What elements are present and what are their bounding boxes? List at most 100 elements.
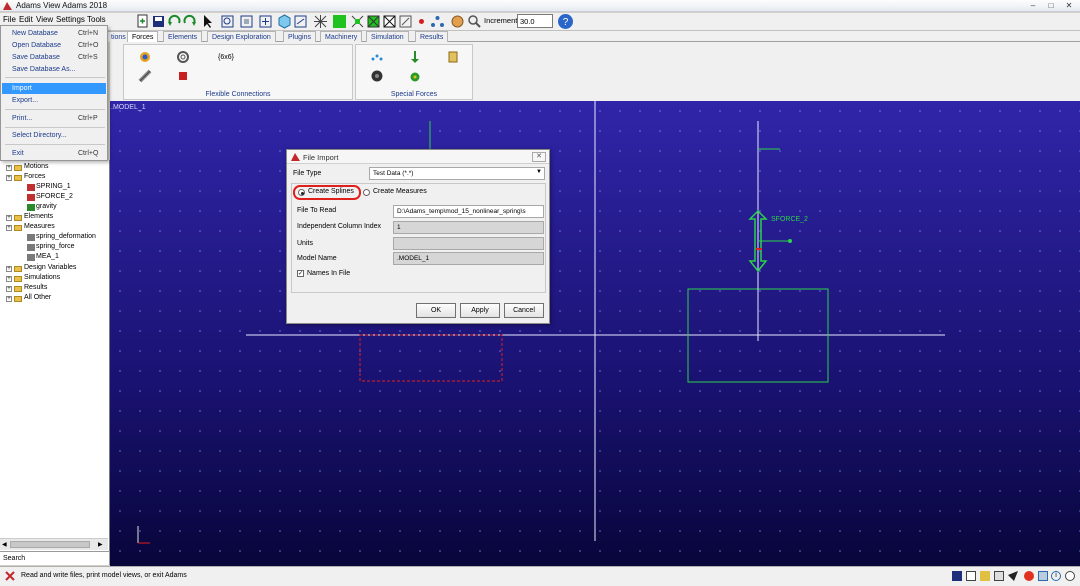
radio-create-splines[interactable] [298,189,305,196]
menu-item-open-database[interactable]: Open Database Ctrl+O [2,40,106,51]
model-name-input[interactable]: .MODEL_1 [393,252,544,265]
tree-item-sforce-2[interactable]: SFORCE_2 [36,193,73,200]
tab-simulation[interactable]: Simulation [366,31,409,42]
cube-view-icon[interactable] [277,14,292,29]
tree-item-simulations[interactable]: Simulations [24,274,60,281]
network-icon[interactable] [430,14,445,29]
file-type-select[interactable]: Test Data (*.*) ▼ [369,167,545,180]
tab-forces[interactable]: Forces [127,31,159,42]
tree-item-elements[interactable]: Elements [24,213,53,220]
tree-item-measures[interactable]: Measures [24,223,55,230]
expand-icon[interactable]: + [6,165,12,171]
record-icon[interactable] [414,14,429,29]
help-icon[interactable]: ? [557,13,574,30]
tree-item-forces[interactable]: Forces [24,173,45,180]
friction-icon[interactable] [408,69,422,83]
beam-icon[interactable] [138,69,152,83]
field-icon[interactable]: {6x6} [217,50,235,64]
expand-icon[interactable]: + [6,296,12,302]
tree-item-gravity[interactable]: gravity [36,203,57,210]
zoom-box-icon[interactable] [239,14,254,29]
menu-item-exit[interactable]: Exit Ctrl+Q [2,148,106,159]
render-mode-icon[interactable] [332,14,347,29]
menu-item-save-database[interactable]: Save Database Ctrl+S [2,52,106,63]
expand-icon[interactable]: + [6,215,12,221]
perspective-icon[interactable] [350,14,365,29]
dialog-close-icon[interactable]: ✕ [532,152,546,162]
contact-icon[interactable] [370,50,384,64]
tree-item-spring-force[interactable]: spring_force [36,243,75,250]
scroll-right-icon[interactable]: ▶ [98,541,103,548]
monitor-icon[interactable] [1038,571,1048,581]
translate-view-icon[interactable] [258,14,273,29]
expand-icon[interactable]: + [6,266,12,272]
independent-column-index-input[interactable]: 1 [393,221,544,234]
menu-edit[interactable]: Edit [19,15,33,24]
menu-file[interactable]: File [3,15,16,24]
database-navigator-icon[interactable] [952,571,962,581]
clock-icon[interactable] [1065,571,1075,581]
expand-icon[interactable]: + [6,276,12,282]
maximize-icon[interactable]: □ [1044,1,1058,11]
tree-item-all-other[interactable]: All Other [24,294,51,301]
info-window-icon[interactable] [980,571,990,581]
close-icon[interactable]: ✕ [1062,1,1076,11]
menu-item-export[interactable]: Export... [2,95,106,106]
ok-button[interactable]: OK [416,303,456,318]
menu-settings[interactable]: Settings [56,15,85,24]
grid-icon[interactable] [313,14,328,29]
tree-horizontal-scrollbar[interactable]: ◀ ▶ [0,538,108,550]
rotate-view-icon[interactable] [293,14,308,29]
new-file-icon[interactable] [135,14,150,29]
modal-force-icon[interactable] [446,50,460,64]
menu-view[interactable]: View [36,15,53,24]
expand-icon[interactable]: + [6,175,12,181]
bushing-icon[interactable] [138,50,152,64]
icons-toggle-icon[interactable] [382,14,397,29]
minimize-icon[interactable]: – [1026,1,1040,11]
undo-icon[interactable] [167,14,182,29]
zoom-fit-icon[interactable] [220,14,235,29]
warning-icon[interactable] [1024,571,1034,581]
menu-item-print[interactable]: Print... Ctrl+P [2,113,106,124]
coordinate-window-icon[interactable] [398,14,413,29]
info-icon[interactable]: i [1051,571,1061,581]
units-input[interactable] [393,237,544,250]
select-arrow-icon[interactable] [200,14,215,29]
tree-item-spring-deformation[interactable]: spring_deformation [36,233,96,240]
spring-icon[interactable] [176,50,190,64]
apply-button[interactable]: Apply [460,303,500,318]
tire-icon[interactable] [370,69,384,83]
expand-icon[interactable]: + [6,225,12,231]
menu-item-new-database[interactable]: New Database Ctrl+N [2,28,106,39]
radio-create-measures[interactable] [363,189,370,196]
menu-item-import[interactable]: Import [2,83,106,94]
tab-results[interactable]: Results [415,31,449,42]
tree-item-mea-1[interactable]: MEA_1 [36,253,59,260]
tab-elements[interactable]: Elements [163,31,203,42]
tab-design-exploration[interactable]: Design Exploration [207,31,276,42]
palette-icon[interactable] [450,14,465,29]
menu-item-save-database-as[interactable]: Save Database As... [2,64,106,75]
scroll-left-icon[interactable]: ◀ [2,541,7,548]
expand-icon[interactable]: + [6,286,12,292]
script-icon[interactable] [1008,571,1018,581]
tab-plugins[interactable]: Plugins [283,31,316,42]
massless-beam-icon[interactable] [176,69,190,83]
menu-tools[interactable]: Tools [87,15,106,24]
tree-item-spring-1[interactable]: SPRING_1 [36,183,71,190]
menu-item-select-directory[interactable]: Select Directory... [2,130,106,141]
tree-item-results[interactable]: Results [24,284,47,291]
table-editor-icon[interactable] [994,571,1004,581]
zoom-icon[interactable] [467,14,482,29]
tree-item-design-variables[interactable]: Design Variables [24,264,76,271]
file-to-read-input[interactable]: D:\Adams_temp\mod_15_nonlinear_spring\s [393,205,544,218]
save-icon[interactable] [151,14,166,29]
tab-machinery[interactable]: Machinery [320,31,363,42]
search-field[interactable]: Search [0,551,110,565]
shading-icon[interactable] [366,14,381,29]
increment-input[interactable] [517,14,553,28]
names-in-file-checkbox[interactable]: ✓ [297,270,304,277]
tree-item-motions[interactable]: Motions [24,163,49,170]
cancel-button[interactable]: Cancel [504,303,544,318]
